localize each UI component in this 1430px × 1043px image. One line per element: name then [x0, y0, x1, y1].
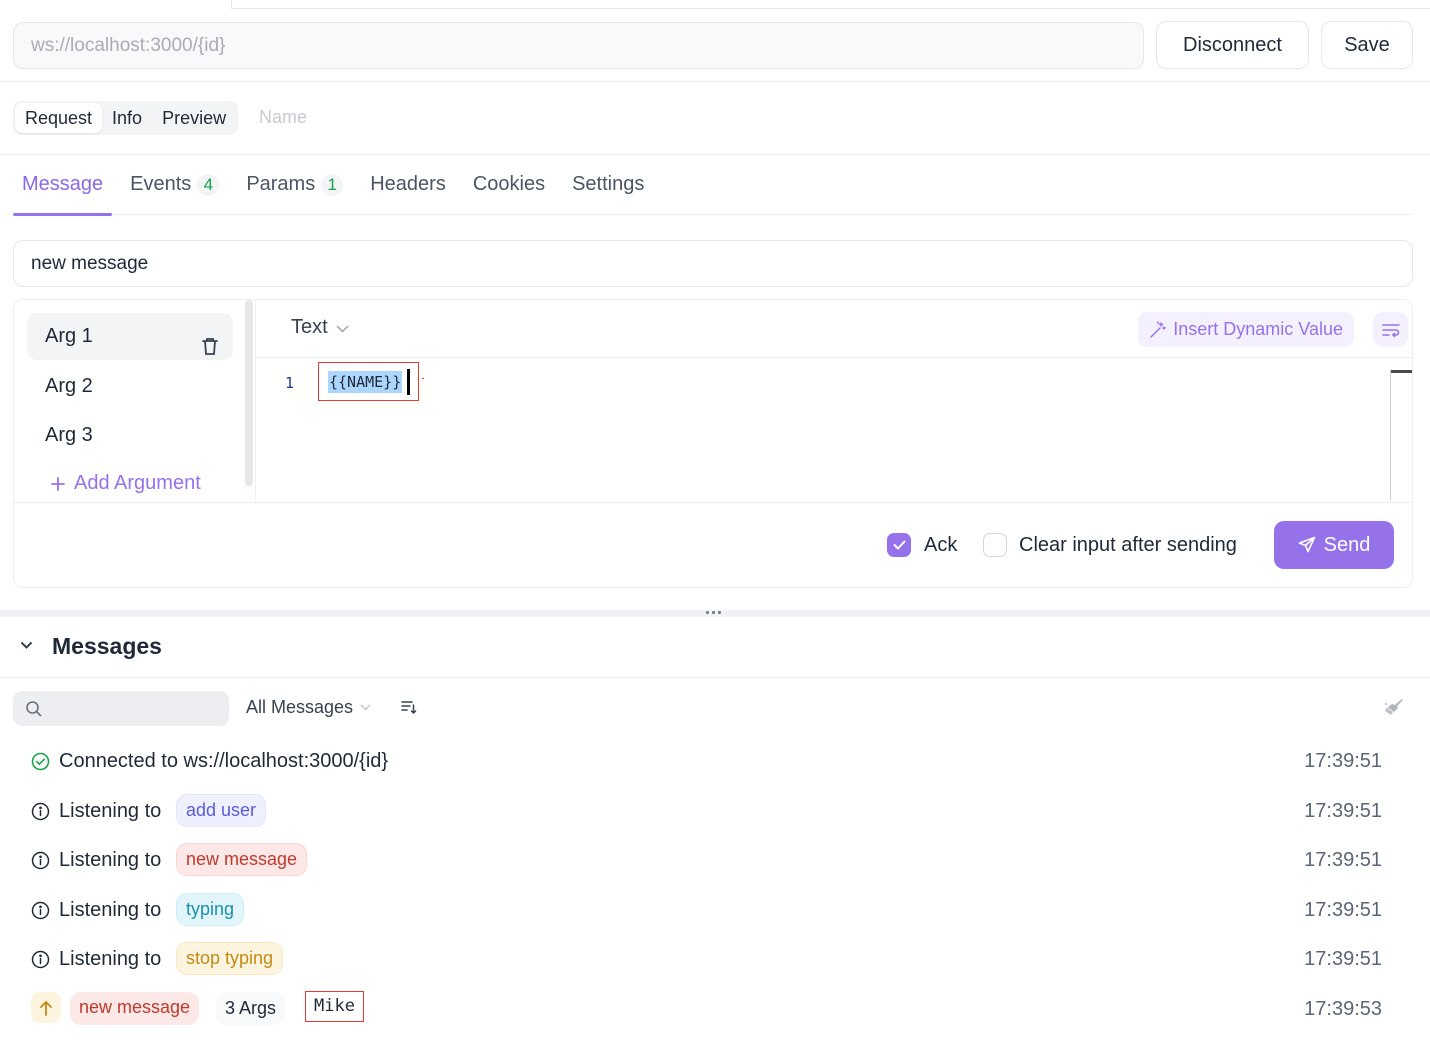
- clear-input-checkbox[interactable]: [983, 533, 1007, 557]
- arguments-scrollbar[interactable]: [245, 300, 253, 486]
- message-text: Listening to: [59, 899, 162, 921]
- mode-segmented-control: Request Info Preview: [13, 101, 239, 135]
- code-area[interactable]: 1 {{NAME}}: [256, 358, 1412, 502]
- request-name-input[interactable]: Name: [259, 107, 307, 128]
- tab-params[interactable]: Params 1: [246, 155, 344, 215]
- insert-dynamic-value-button[interactable]: Insert Dynamic Value: [1138, 312, 1354, 347]
- event-tag: new message: [176, 843, 308, 876]
- chevron-down-icon: [360, 704, 371, 711]
- connection-bar: ws://localhost:3000/{id} Disconnect Save: [0, 9, 1430, 82]
- chevron-down-icon: [336, 324, 349, 333]
- clear-input-option[interactable]: Clear input after sending: [983, 533, 1237, 557]
- disconnect-button[interactable]: Disconnect: [1156, 21, 1309, 69]
- code-editor: Text Insert Dynamic Value 1 {{NAME}}: [255, 300, 1412, 502]
- info-icon: [31, 851, 50, 870]
- message-time: 17:39:51: [1304, 750, 1382, 772]
- argument-item[interactable]: Arg 2: [27, 363, 233, 410]
- active-request-tab[interactable]: [0, 0, 232, 9]
- message-row[interactable]: Listening to stop typing 17:39:51: [0, 936, 1430, 984]
- argument-item[interactable]: Arg 1: [27, 313, 233, 360]
- message-row[interactable]: Listening to typing 17:39:51: [0, 887, 1430, 935]
- message-value: Mike: [305, 991, 364, 1022]
- message-time: 17:39:51: [1304, 849, 1382, 871]
- wrap-lines-icon: [1381, 323, 1400, 337]
- segment-preview[interactable]: Preview: [152, 103, 236, 133]
- messages-title: Messages: [52, 633, 162, 659]
- word-wrap-button[interactable]: [1373, 312, 1408, 347]
- editor-scrollbar[interactable]: [1390, 370, 1412, 500]
- tab-events[interactable]: Events 4: [130, 155, 220, 215]
- messages-search-input[interactable]: [13, 691, 229, 726]
- event-tag: add user: [176, 794, 267, 827]
- broom-clear-icon[interactable]: [1384, 698, 1404, 716]
- tab-settings[interactable]: Settings: [572, 155, 644, 215]
- tab-message[interactable]: Message: [13, 155, 113, 216]
- mode-bar: Request Info Preview Name: [0, 82, 1430, 155]
- body-type-select[interactable]: Text: [291, 316, 349, 339]
- check-circle-icon: [31, 752, 50, 771]
- message-editor-panel: Arg 1 Arg 2 Arg 3 Add Argument Text Inse…: [13, 299, 1413, 588]
- message-time: 17:39:51: [1304, 948, 1382, 970]
- info-icon: [31, 802, 50, 821]
- send-button[interactable]: Send: [1274, 521, 1394, 569]
- message-text: Listening to: [59, 948, 162, 970]
- messages-toolbar: All Messages: [0, 678, 1430, 738]
- message-time: 17:39:51: [1304, 800, 1382, 822]
- text-cursor: [407, 369, 410, 395]
- drag-handle-icon: [706, 611, 721, 614]
- arrow-up-icon: [40, 1000, 52, 1016]
- code-highlight-box: {{NAME}}: [318, 362, 419, 401]
- url-input[interactable]: ws://localhost:3000/{id}: [13, 22, 1144, 69]
- panel-resize-handle[interactable]: [0, 610, 1430, 617]
- add-argument-button[interactable]: Add Argument: [50, 472, 201, 495]
- line-number: 1: [285, 374, 295, 392]
- events-count-badge: 4: [197, 173, 220, 196]
- message-time: 17:39:51: [1304, 899, 1382, 921]
- search-icon: [26, 701, 42, 717]
- tab-headers[interactable]: Headers: [370, 155, 446, 215]
- save-button[interactable]: Save: [1321, 21, 1413, 69]
- send-icon: [1298, 536, 1315, 553]
- message-filter-select[interactable]: All Messages: [246, 697, 371, 718]
- message-text: Listening to: [59, 849, 162, 871]
- check-icon: [893, 540, 905, 550]
- magic-wand-icon: [1150, 320, 1166, 338]
- sort-icon[interactable]: [401, 700, 417, 714]
- argument-item[interactable]: Arg 3: [27, 412, 233, 459]
- ack-option[interactable]: Ack: [887, 533, 957, 557]
- event-tag: new message: [70, 992, 200, 1025]
- event-name-input[interactable]: new message: [13, 240, 1413, 287]
- code-content[interactable]: {{NAME}}: [328, 371, 403, 393]
- event-tag: stop typing: [176, 942, 284, 975]
- event-tag: typing: [176, 893, 245, 926]
- message-row[interactable]: Connected to ws://localhost:3000/{id} 17…: [0, 738, 1430, 786]
- segment-request[interactable]: Request: [15, 103, 103, 133]
- message-row[interactable]: Listening to add user 17:39:51: [0, 788, 1430, 836]
- arguments-list: Arg 1 Arg 2 Arg 3 Add Argument: [14, 300, 255, 502]
- tab-cookies[interactable]: Cookies: [473, 155, 545, 215]
- info-icon: [31, 950, 50, 969]
- message-text: Listening to: [59, 800, 162, 822]
- sent-direction-badge: [31, 992, 61, 1023]
- message-time: 17:39:53: [1304, 998, 1382, 1020]
- segment-info[interactable]: Info: [102, 103, 152, 133]
- send-options-bar: Ack Clear input after sending Send: [14, 502, 1412, 587]
- message-row[interactable]: Listening to new message 17:39:51: [0, 837, 1430, 885]
- message-text: Connected to ws://localhost:3000/{id}: [59, 750, 389, 772]
- top-tab-strip: [0, 0, 1430, 9]
- message-row[interactable]: new message 3 Args Mike 17:39:53: [0, 986, 1430, 1034]
- ack-checkbox[interactable]: [887, 533, 911, 557]
- params-count-badge: 1: [321, 173, 344, 196]
- request-tabs: Message Events 4 Params 1 Headers Cookies …: [13, 155, 1413, 216]
- trash-icon[interactable]: [201, 327, 219, 355]
- collapse-chevron-icon[interactable]: [20, 641, 33, 650]
- messages-header: Messages: [0, 617, 1430, 678]
- args-count-badge: 3 Args: [216, 992, 286, 1025]
- info-icon: [31, 901, 50, 920]
- plus-icon: [51, 476, 65, 491]
